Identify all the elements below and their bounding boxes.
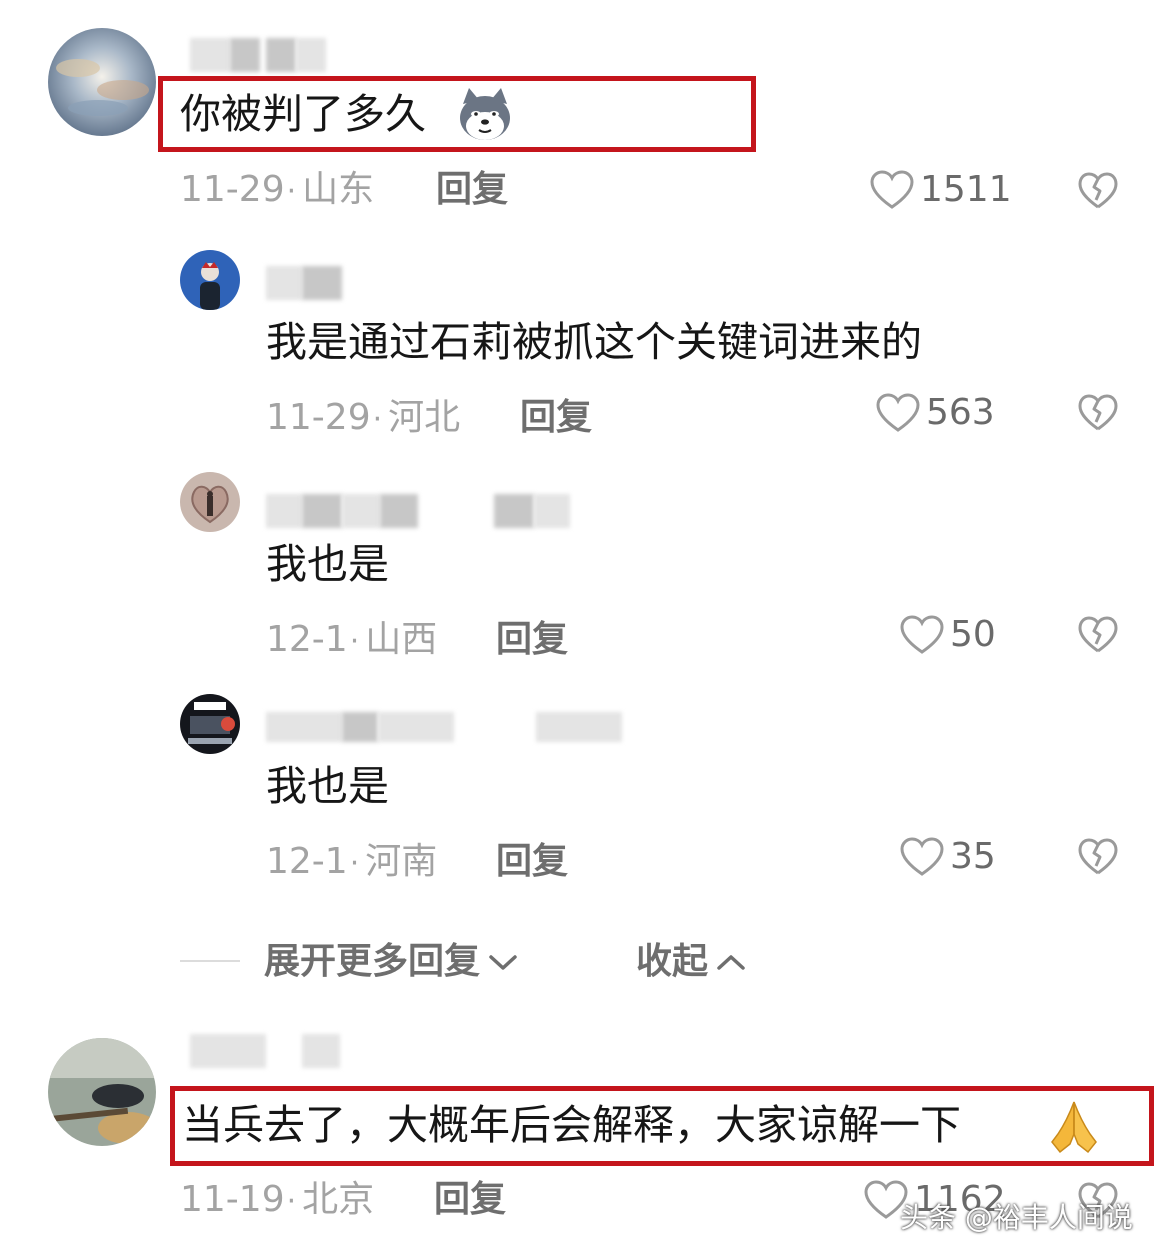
like-button[interactable]: 563 xyxy=(876,391,995,435)
watermark: 头条 @裕丰人间说 xyxy=(900,1201,1133,1234)
blurred-username xyxy=(190,1034,380,1068)
folded-hands-icon xyxy=(1044,1096,1104,1156)
reply-text: 我是通过石莉被抓这个关键词进来的 xyxy=(266,318,922,366)
broken-heart-icon xyxy=(1078,394,1118,431)
reply-avatar[interactable] xyxy=(180,250,240,310)
guitar-avatar-image xyxy=(48,1038,156,1146)
poster-avatar-image xyxy=(180,694,240,754)
chevron-down-icon xyxy=(489,955,517,970)
reply-location: 河北 xyxy=(388,397,461,438)
reply-button[interactable]: 回复 xyxy=(520,400,592,436)
heart-icon xyxy=(876,393,920,432)
comment-location: 山东 xyxy=(302,169,375,210)
reply-avatar[interactable] xyxy=(180,472,240,532)
collapse-replies-button[interactable]: 收起 xyxy=(636,944,746,980)
reply-text: 我也是 xyxy=(266,762,389,810)
reply-avatar[interactable] xyxy=(180,694,240,754)
comment-avatar[interactable] xyxy=(48,1038,156,1146)
comment-meta: 11-29· 山东 xyxy=(180,169,375,210)
figure-avatar-image xyxy=(180,250,240,310)
thread-divider xyxy=(180,960,240,962)
reply-date: 11-29 xyxy=(266,397,371,438)
dislike-button[interactable] xyxy=(1078,616,1118,654)
like-button[interactable]: 35 xyxy=(900,835,996,879)
dislike-button[interactable] xyxy=(1078,394,1118,432)
reply-location: 河南 xyxy=(365,841,438,882)
reply-meta: 12-1· 河南 xyxy=(266,841,438,882)
like-count: 35 xyxy=(950,836,996,877)
reply-date: 12-1 xyxy=(266,619,348,660)
comment-text: 当兵去了，大概年后会解释，大家谅解一下 xyxy=(182,1101,961,1149)
reply-button[interactable]: 回复 xyxy=(436,172,508,208)
heart-icon xyxy=(870,170,914,209)
comment-text: 你被判了多久 xyxy=(180,90,426,138)
comment-meta: 11-19· 北京 xyxy=(180,1179,375,1220)
comment-date: 11-19 xyxy=(180,1179,285,1220)
reply-date: 12-1 xyxy=(266,841,348,882)
comment-avatar[interactable] xyxy=(48,28,156,136)
reply-button[interactable]: 回复 xyxy=(434,1182,506,1218)
sky-avatar-image xyxy=(48,28,156,136)
heart-icon xyxy=(900,615,944,654)
heart-frame-avatar-image xyxy=(180,472,240,532)
reply-button[interactable]: 回复 xyxy=(496,844,568,880)
like-count: 563 xyxy=(926,392,995,433)
reply-button[interactable]: 回复 xyxy=(496,622,568,658)
like-button[interactable]: 50 xyxy=(900,613,996,657)
comment-date: 11-29 xyxy=(180,169,285,210)
blurred-username xyxy=(266,494,576,528)
reply-location: 山西 xyxy=(365,619,438,660)
broken-heart-icon xyxy=(1078,172,1118,209)
expand-replies-button[interactable]: 展开更多回复 xyxy=(264,944,518,980)
like-count: 1511 xyxy=(920,169,1012,210)
like-button[interactable]: 1511 xyxy=(870,168,1012,212)
reply-meta: 12-1· 山西 xyxy=(266,619,438,660)
chevron-up-icon xyxy=(717,955,745,970)
reply-text: 我也是 xyxy=(266,540,389,588)
comment-location: 北京 xyxy=(302,1179,375,1220)
blurred-username xyxy=(266,266,386,300)
blurred-username xyxy=(266,712,626,746)
doge-icon xyxy=(455,86,515,142)
dislike-button[interactable] xyxy=(1078,838,1118,876)
dislike-button[interactable] xyxy=(1078,172,1118,210)
heart-icon xyxy=(900,837,944,876)
reply-meta: 11-29· 河北 xyxy=(266,397,461,438)
like-count: 50 xyxy=(950,614,996,655)
broken-heart-icon xyxy=(1078,616,1118,653)
broken-heart-icon xyxy=(1078,838,1118,875)
blurred-username xyxy=(190,38,340,72)
